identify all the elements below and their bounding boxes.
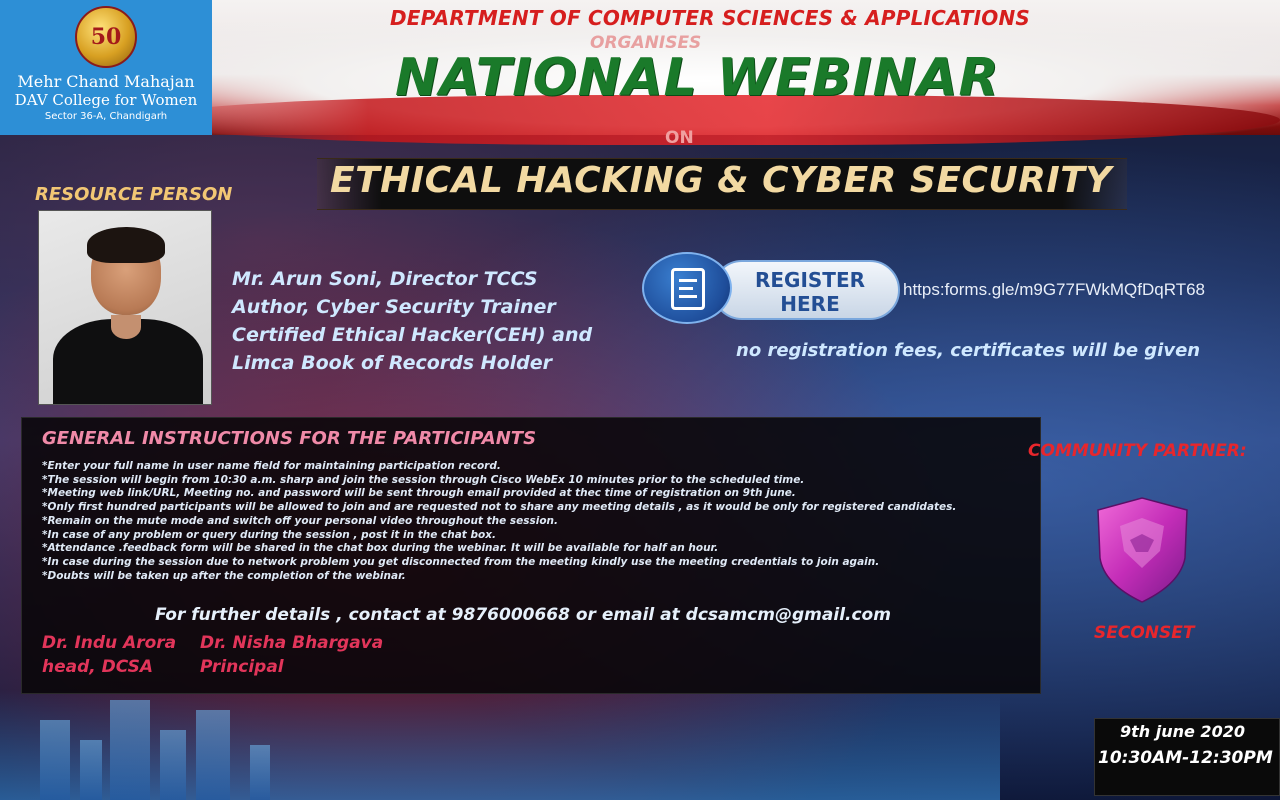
speaker-line: Author, Cyber Security Trainer [232,296,556,318]
registration-note: no registration fees, certificates will … [736,340,1201,361]
signer-name: Dr. Nisha Bhargava [200,633,384,653]
seconset-shield-icon [1097,497,1188,603]
form-document-icon [671,268,705,310]
college-emblem-icon: 50 [75,6,137,68]
signer-hod: Dr. Indu Arora head, DCSA [42,631,176,679]
instructions-panel: GENERAL INSTRUCTIONS FOR THE PARTICIPANT… [21,417,1041,694]
instruction-item: *In case during the session due to netwo… [42,555,880,568]
instructions-title: GENERAL INSTRUCTIONS FOR THE PARTICIPANT… [42,428,537,449]
event-date: 9th june 2020 [1120,722,1245,741]
register-label: REGISTER HERE [754,268,866,316]
signer-name: Dr. Indu Arora [42,633,177,653]
instruction-item: *The session will begin from 10:30 a.m. … [42,473,805,486]
speaker-line: Limca Book of Records Holder [232,352,552,374]
resource-person-label: RESOURCE PERSON [35,184,233,205]
register-circle [642,252,732,324]
speaker-line: Certified Ethical Hacker(CEH) and [232,324,593,346]
college-subname: DAV College for Women [14,91,198,109]
instructions-list: *Enter your full name in user name field… [42,460,1022,583]
on-text: ON [665,128,694,148]
instruction-item: *In case of any problem or query during … [42,528,496,541]
speaker-line: Mr. Arun Soni, Director TCCS [232,268,538,290]
event-time: 10:30AM-12:30PM [1098,748,1273,768]
speaker-photo [38,210,212,405]
instruction-item: *Remain on the mute mode and switch off … [42,514,559,527]
instruction-item: *Doubts will be taken up after the compl… [42,569,406,582]
contact-info: For further details , contact at 9876000… [155,605,891,625]
instruction-item: *Only first hundred participants will be… [42,501,957,514]
topic-title: ETHICAL HACKING & CYBER SECURITY [330,160,1112,201]
signer-principal: Dr. Nisha Bhargava Principal [200,631,383,679]
college-logo-block: 50 Mehr Chand Mahajan DAV College for Wo… [0,0,212,135]
instruction-item: *Meeting web link/URL, Meeting no. and p… [42,487,796,500]
register-button[interactable]: REGISTER HERE [642,252,900,324]
community-partner-label: COMMUNITY PARTNER: [1028,441,1247,461]
community-partner-name: SECONSET [1094,623,1195,643]
registration-link[interactable]: https:forms.gle/m9G77FWkMQfDqRT68 [903,280,1205,300]
signer-role: head, DCSA [42,657,154,677]
college-address: Sector 36-A, Chandigarh [44,111,168,122]
city-skyline-decoration [0,690,1000,800]
instruction-item: *Enter your full name in user name field… [42,460,501,472]
speaker-details: Mr. Arun Soni, Director TCCS Author, Cyb… [232,265,592,377]
event-type-title: NATIONAL WEBINAR [395,48,1000,108]
signer-role: Principal [200,657,284,677]
department-title: DEPARTMENT OF COMPUTER SCIENCES & APPLIC… [389,6,1031,30]
instruction-item: *Attendance .feedback form will be share… [42,542,719,555]
college-name: Mehr Chand Mahajan [17,72,195,91]
